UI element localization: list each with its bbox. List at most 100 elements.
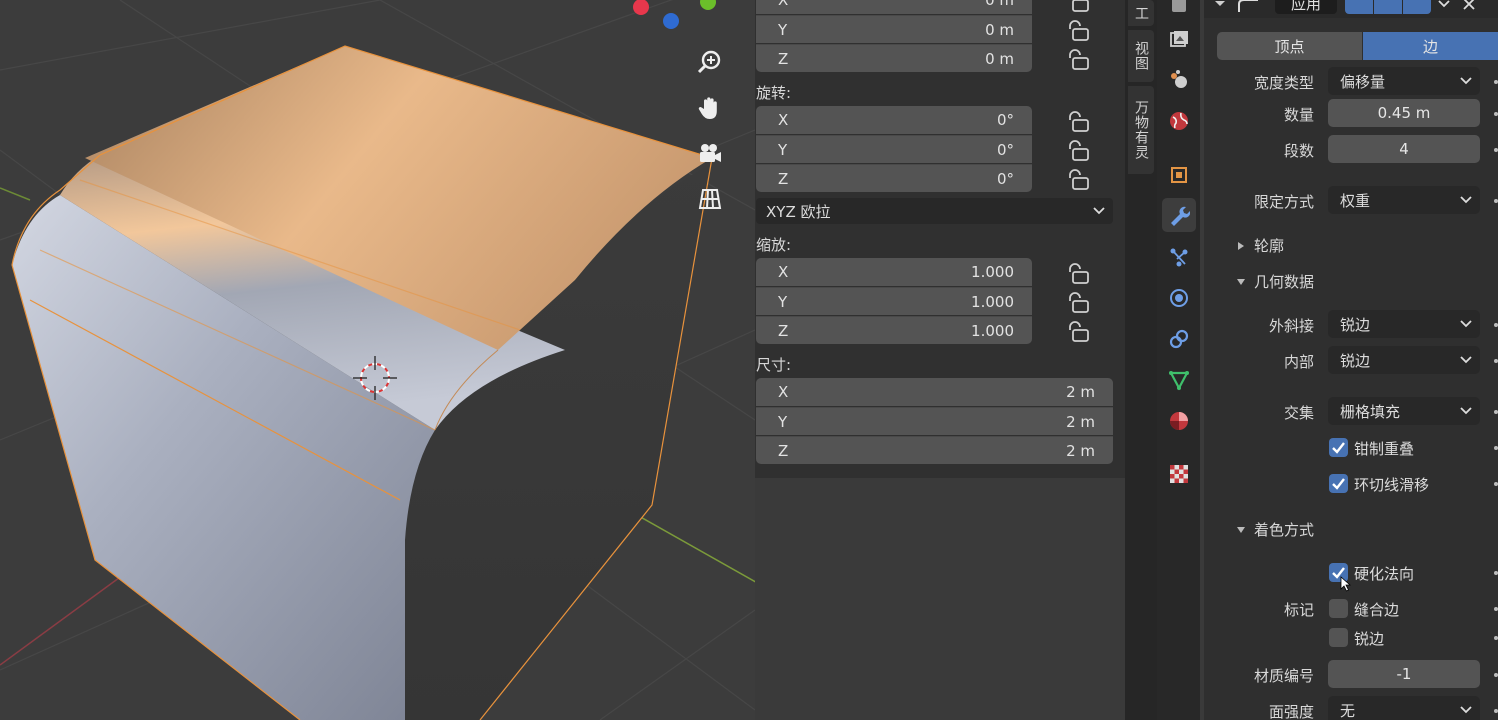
chevron-down-icon xyxy=(1460,356,1472,364)
keyframe-dot[interactable] xyxy=(1494,446,1498,450)
rotation-x-field[interactable]: X 0° xyxy=(756,106,1032,134)
texture-icon[interactable] xyxy=(1162,457,1196,491)
lock-icon[interactable] xyxy=(1066,263,1092,285)
material-index-field[interactable]: -1 xyxy=(1328,660,1480,688)
lock-icon[interactable] xyxy=(1066,49,1092,71)
dimensions-x-field[interactable]: X2 m xyxy=(756,378,1113,406)
clamp-overlap-checkbox[interactable] xyxy=(1329,438,1348,457)
scale-z-field[interactable]: Z 1.000 xyxy=(756,316,1032,344)
scale-x-field[interactable]: X 1.000 xyxy=(756,258,1032,286)
mesh-data-icon[interactable] xyxy=(1162,363,1196,397)
location-z-field[interactable]: Z0 m xyxy=(756,44,1032,72)
mark-seam-checkbox[interactable] xyxy=(1329,599,1348,618)
properties-tab-strip xyxy=(1157,0,1202,720)
lock-icon[interactable] xyxy=(1066,140,1092,162)
keyframe-dot[interactable] xyxy=(1494,482,1498,486)
lock-icon[interactable] xyxy=(1066,111,1092,133)
miter-inner-dropdown[interactable]: 锐边 xyxy=(1328,346,1480,374)
ortho-grid-icon[interactable] xyxy=(694,183,726,215)
mark-label: 标记 xyxy=(1283,601,1314,619)
scene-icon[interactable] xyxy=(1162,62,1196,96)
location-y-field[interactable]: Y0 m xyxy=(756,15,1032,43)
shading-panel-header[interactable]: 着色方式 xyxy=(1236,519,1314,540)
collapse-arrow-icon[interactable] xyxy=(1214,0,1226,8)
keyframe-dot[interactable] xyxy=(1494,80,1498,84)
tool-tab-icon[interactable] xyxy=(1162,0,1196,22)
physics-icon[interactable] xyxy=(1162,281,1196,315)
width-type-dropdown[interactable]: 偏移量 xyxy=(1328,67,1480,95)
zoom-icon[interactable] xyxy=(694,46,726,78)
profile-panel-header[interactable]: 轮廓 xyxy=(1236,235,1284,256)
scale-label: 缩放: xyxy=(756,236,792,254)
lock-icon[interactable] xyxy=(1066,292,1092,314)
keyframe-dot[interactable] xyxy=(1494,199,1498,203)
object-icon[interactable] xyxy=(1162,158,1196,192)
pan-hand-icon[interactable] xyxy=(694,92,726,124)
keyframe-dot[interactable] xyxy=(1494,359,1498,363)
keyframe-dot[interactable] xyxy=(1494,607,1498,611)
expand-down-icon xyxy=(1237,278,1245,285)
chevron-down-icon[interactable] xyxy=(1438,0,1450,8)
lock-icon[interactable] xyxy=(1066,0,1092,13)
tab-tool[interactable]: 工 xyxy=(1128,0,1154,26)
modifier-properties: 应用 顶点 边 宽度类型 偏移量 数量 0.45 m 段数 4 限定方式 权重 … xyxy=(1204,0,1498,720)
affect-edges-button[interactable]: 边 xyxy=(1363,32,1498,60)
dimensions-z-field[interactable]: Z2 m xyxy=(756,436,1113,464)
face-strength-label: 面强度 xyxy=(1268,703,1314,720)
material-icon[interactable] xyxy=(1162,404,1196,438)
chevron-down-icon xyxy=(1460,196,1472,204)
keyframe-dot[interactable] xyxy=(1494,673,1498,677)
intersection-label: 交集 xyxy=(1283,404,1314,422)
miter-outer-dropdown[interactable]: 锐边 xyxy=(1328,310,1480,338)
geometry-panel-header[interactable]: 几何数据 xyxy=(1236,271,1314,292)
camera-view-icon[interactable] xyxy=(694,138,726,170)
mark-seam-label: 缝合边 xyxy=(1354,601,1400,619)
dimensions-y-field[interactable]: Y2 m xyxy=(756,407,1113,435)
lock-icon[interactable] xyxy=(1066,321,1092,343)
limit-method-label: 限定方式 xyxy=(1253,193,1314,211)
tab-view[interactable]: 视图 xyxy=(1128,30,1154,82)
keyframe-dot[interactable] xyxy=(1494,571,1498,575)
keyframe-dot[interactable] xyxy=(1494,148,1498,152)
keyframe-dot[interactable] xyxy=(1494,410,1498,414)
chevron-down-icon xyxy=(1460,407,1472,415)
render-toggle-icon[interactable] xyxy=(1403,0,1431,14)
particles-icon[interactable] xyxy=(1162,240,1196,274)
loop-slide-label: 环切线滑移 xyxy=(1354,476,1430,494)
3d-viewport[interactable] xyxy=(0,0,755,720)
rotation-y-field[interactable]: Y 0° xyxy=(756,135,1032,163)
keyframe-dot[interactable] xyxy=(1494,112,1498,116)
tab-addon[interactable]: 万物有灵 xyxy=(1128,86,1154,174)
expand-right-icon xyxy=(1238,241,1244,250)
world-icon[interactable] xyxy=(1162,104,1196,138)
constraints-icon[interactable] xyxy=(1162,322,1196,356)
modifier-wrench-icon[interactable] xyxy=(1162,198,1196,232)
affect-vertices-button[interactable]: 顶点 xyxy=(1217,32,1362,60)
close-icon[interactable] xyxy=(1462,0,1476,11)
rotation-mode-dropdown[interactable]: XYZ 欧拉 xyxy=(756,198,1113,224)
scale-y-field[interactable]: Y 1.000 xyxy=(756,287,1032,315)
loop-slide-checkbox[interactable] xyxy=(1329,474,1348,493)
chevron-down-icon xyxy=(1093,207,1105,215)
miter-outer-label: 外斜接 xyxy=(1268,317,1314,335)
mark-sharp-checkbox[interactable] xyxy=(1329,628,1348,647)
lock-icon[interactable] xyxy=(1066,169,1092,191)
amount-field[interactable]: 0.45 m xyxy=(1328,99,1480,127)
keyframe-dot[interactable] xyxy=(1494,709,1498,713)
rotation-z-field[interactable]: Z 0° xyxy=(756,164,1032,192)
segments-field[interactable]: 4 xyxy=(1328,135,1480,163)
miter-inner-label: 内部 xyxy=(1283,353,1314,371)
sidebar-tabs: 工 视图 万物有灵 xyxy=(1125,0,1157,720)
apply-button[interactable]: 应用 xyxy=(1275,0,1337,14)
viewport-display-toggle-icon[interactable] xyxy=(1374,0,1402,14)
keyframe-dot[interactable] xyxy=(1494,323,1498,327)
limit-method-dropdown[interactable]: 权重 xyxy=(1328,186,1480,214)
edit-mode-toggle-icon[interactable] xyxy=(1345,0,1373,14)
face-strength-dropdown[interactable]: 无 xyxy=(1328,696,1480,720)
keyframe-dot[interactable] xyxy=(1494,636,1498,640)
location-x-field[interactable]: X0 m xyxy=(756,0,1032,14)
lock-icon[interactable] xyxy=(1066,20,1092,42)
amount-label: 数量 xyxy=(1283,106,1314,124)
intersection-dropdown[interactable]: 栅格填充 xyxy=(1328,397,1480,425)
render-output-icon[interactable] xyxy=(1162,22,1196,56)
